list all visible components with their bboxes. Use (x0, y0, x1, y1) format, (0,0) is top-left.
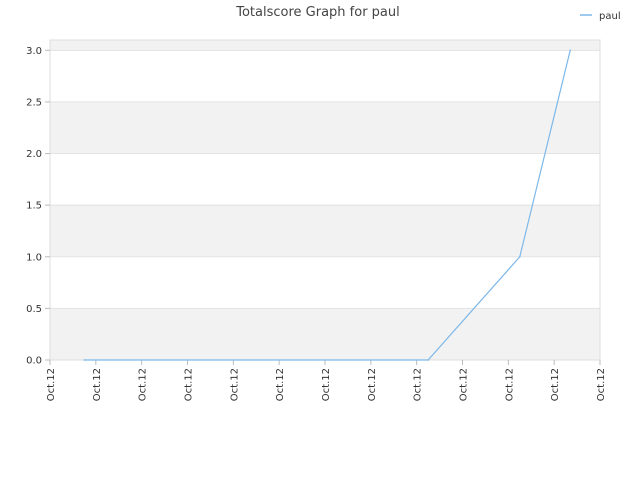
data-point (83, 359, 86, 361)
x-tick-label: Oct.12 (321, 368, 332, 401)
x-tick-label: Oct.12 (459, 368, 470, 401)
y-tick-label: 2.5 (26, 97, 42, 108)
y-tick-label: 2.0 (26, 149, 42, 160)
chart: Totalscore Graph for paul paul 0.0 0.5 1.0… (26, 5, 621, 401)
x-tick-label: Oct.12 (413, 368, 424, 401)
y-tick-label: 0.0 (26, 356, 42, 367)
x-tick-label: Oct.12 (46, 368, 57, 401)
plot-band (50, 40, 600, 51)
y-axis: 0.0 0.5 1.0 1.5 2.0 2.5 3.0 (26, 46, 50, 367)
data-point (569, 49, 572, 52)
plot-band (50, 308, 600, 360)
x-tick-label: Oct.12 (275, 368, 286, 401)
x-tick-label: Oct.12 (504, 368, 515, 401)
plot-band (50, 50, 600, 102)
y-tick-label: 1.0 (26, 252, 42, 263)
x-tick-label: Oct.12 (184, 368, 195, 401)
y-tick-label: 3.0 (26, 46, 42, 57)
chart-title: Totalscore Graph for paul (235, 5, 400, 20)
x-tick-label: Oct.12 (92, 368, 103, 401)
legend: paul (580, 11, 621, 22)
plot-band (50, 101, 600, 154)
data-point (518, 255, 521, 258)
plot-band (50, 205, 600, 257)
plot-band (50, 153, 600, 206)
data-point (427, 359, 429, 361)
x-tick-label: Oct.12 (596, 368, 607, 401)
x-tick-label: Oct.12 (229, 368, 240, 401)
plot-band (50, 256, 600, 309)
legend-label-paul: paul (599, 11, 621, 22)
x-tick-label: Oct.12 (367, 368, 378, 401)
x-axis: Oct.12 Oct.12 Oct.12 Oct.12 Oct.12 Oct.12 Oct.… (46, 360, 607, 401)
y-tick-label: 1.5 (26, 201, 42, 212)
x-tick-label: Oct.12 (550, 368, 561, 401)
x-tick-label: Oct.12 (138, 368, 149, 401)
y-tick-label: 0.5 (26, 304, 42, 315)
plot-bands (50, 40, 600, 360)
